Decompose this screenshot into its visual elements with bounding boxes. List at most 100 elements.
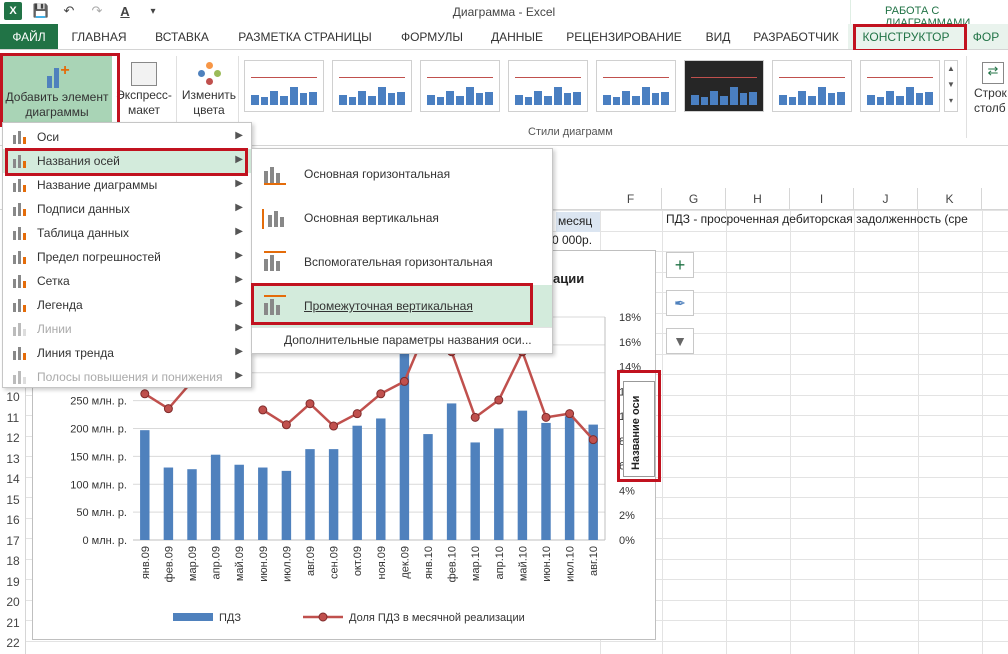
tab-developer[interactable]: РАЗРАБОТЧИК: [744, 24, 848, 49]
chevron-right-icon: ▶: [235, 250, 243, 261]
grid-vline: [854, 210, 855, 654]
chart-style-1[interactable]: [244, 60, 324, 112]
tab-view[interactable]: ВИД: [692, 24, 744, 49]
bar: [423, 434, 433, 540]
tab-format[interactable]: ФОР: [964, 24, 1008, 49]
chart-style-5[interactable]: [596, 60, 676, 112]
styles-scroll[interactable]: ▲ ▼ ▾: [944, 60, 958, 112]
x-tick-label: май.09: [234, 546, 246, 581]
chart-style-8[interactable]: [860, 60, 940, 112]
menu-item-icon: [11, 225, 29, 241]
row-header-11[interactable]: 11: [0, 411, 26, 425]
quick-layout-label-2: макет: [127, 103, 161, 117]
switch-row-column-button[interactable]: ⇄ Строк столб: [970, 54, 1008, 124]
line-marker: [494, 395, 504, 405]
x-tick-label: окт.09: [352, 546, 364, 576]
bar: [140, 430, 150, 540]
menu-item-1[interactable]: Оси ▶: [3, 125, 251, 149]
cell-g4[interactable]: ПДЗ - просроченная дебиторская задолженн…: [666, 212, 968, 226]
chart-style-6[interactable]: [684, 60, 764, 112]
highlight-add-element: [0, 53, 120, 127]
primary-vertical-icon: [262, 207, 288, 229]
chevron-right-icon: ▶: [235, 202, 243, 213]
tab-file[interactable]: ФАЙЛ: [0, 24, 58, 49]
row-header-12[interactable]: 12: [0, 431, 26, 445]
submenu-label-2: Основная вертикальная: [304, 211, 439, 225]
submenu-more-options[interactable]: Дополнительные параметры названия оси...: [284, 333, 532, 347]
line-marker: [258, 405, 268, 415]
tab-formulas[interactable]: ФОРМУЛЫ: [386, 24, 478, 49]
filter-icon[interactable]: ▼: [666, 328, 694, 354]
menu-item-label: Линия тренда: [37, 346, 114, 360]
submenu-secondary-horizontal[interactable]: Вспомогательная горизонтальная: [252, 241, 552, 283]
tab-page-layout[interactable]: РАЗМЕТКА СТРАНИЦЫ: [224, 24, 386, 49]
y-tick-label: 250 млн. р.: [70, 396, 127, 408]
cell-e5[interactable]: 0 000р.: [552, 233, 592, 247]
menu-item-8[interactable]: Легенда ▶: [3, 293, 251, 317]
x-tick-label: мар.09: [187, 546, 199, 581]
tab-insert[interactable]: ВСТАВКА: [140, 24, 224, 49]
row-header-10[interactable]: 10: [0, 390, 26, 404]
row-header-20[interactable]: 20: [0, 595, 26, 609]
menu-item-7[interactable]: Сетка ▶: [3, 269, 251, 293]
brush-icon[interactable]: ✒: [666, 290, 694, 316]
chart-style-3[interactable]: [420, 60, 500, 112]
col-header-j[interactable]: J: [854, 188, 918, 210]
quick-layout-button[interactable]: Экспресс- макет: [114, 54, 174, 124]
line-marker: [163, 404, 173, 414]
col-header-k[interactable]: K: [918, 188, 982, 210]
y2-tick-label: 2%: [619, 510, 635, 522]
chevron-right-icon: ▶: [235, 322, 243, 333]
col-header-h[interactable]: H: [726, 188, 790, 210]
chart-style-2[interactable]: [332, 60, 412, 112]
grid-vline: [982, 210, 983, 654]
chevron-right-icon: ▶: [235, 346, 243, 357]
menu-item-icon: [11, 273, 29, 289]
menu-item-label: Подписи данных: [37, 202, 130, 216]
row-header-13[interactable]: 13: [0, 452, 26, 466]
bar: [494, 428, 504, 540]
bar: [352, 425, 362, 540]
plus-icon[interactable]: +: [666, 252, 694, 278]
row-header-18[interactable]: 18: [0, 554, 26, 568]
row-header-19[interactable]: 19: [0, 575, 26, 589]
tab-review[interactable]: РЕЦЕНЗИРОВАНИЕ: [556, 24, 692, 49]
row-header-14[interactable]: 14: [0, 472, 26, 486]
cell-e4[interactable]: месяц: [556, 212, 600, 232]
bar: [305, 449, 315, 540]
chart-styles-group-label: Стили диаграмм: [528, 126, 613, 138]
line-marker: [470, 412, 480, 422]
row-header-16[interactable]: 16: [0, 513, 26, 527]
tab-data[interactable]: ДАННЫЕ: [478, 24, 556, 49]
col-header-i[interactable]: I: [790, 188, 854, 210]
x-tick-label: сен.09: [329, 546, 341, 579]
change-colors-button[interactable]: Изменить цвета: [178, 54, 240, 124]
row-header-21[interactable]: 21: [0, 616, 26, 630]
bar: [376, 418, 386, 540]
menu-item-3[interactable]: Название диаграммы ▶: [3, 173, 251, 197]
menu-item-6[interactable]: Предел погрешностей ▶: [3, 245, 251, 269]
secondary-horizontal-icon: [262, 251, 288, 273]
col-header-g[interactable]: G: [662, 188, 726, 210]
legend-label-bar: ПДЗ: [219, 612, 241, 624]
row-header-15[interactable]: 15: [0, 493, 26, 507]
menu-item-4[interactable]: Подписи данных ▶: [3, 197, 251, 221]
y-tick-label: 0 млн. р.: [82, 535, 127, 547]
submenu-primary-horizontal[interactable]: Основная горизонтальная: [252, 153, 552, 195]
row-header-17[interactable]: 17: [0, 534, 26, 548]
col-header-f[interactable]: F: [600, 188, 662, 210]
row-header-22[interactable]: 22: [0, 636, 26, 650]
menu-item-label: Сетка: [37, 274, 70, 288]
chevron-right-icon: ▶: [235, 226, 243, 237]
menu-item-10[interactable]: Линия тренда ▶: [3, 341, 251, 365]
menu-item-icon: [11, 345, 29, 361]
chart-style-4[interactable]: [508, 60, 588, 112]
switch-row-column-label-2: столб: [974, 101, 1006, 115]
tab-home[interactable]: ГЛАВНАЯ: [58, 24, 140, 49]
submenu-primary-vertical[interactable]: Основная вертикальная: [252, 197, 552, 239]
title-bar: X 💾 ↶ ↷ A ▾ Диаграмма - Excel РАБОТА С Д…: [0, 0, 1008, 29]
x-tick-label: июн.10: [541, 546, 553, 582]
menu-item-5[interactable]: Таблица данных ▶: [3, 221, 251, 245]
line-marker: [329, 421, 339, 431]
chart-style-7[interactable]: [772, 60, 852, 112]
